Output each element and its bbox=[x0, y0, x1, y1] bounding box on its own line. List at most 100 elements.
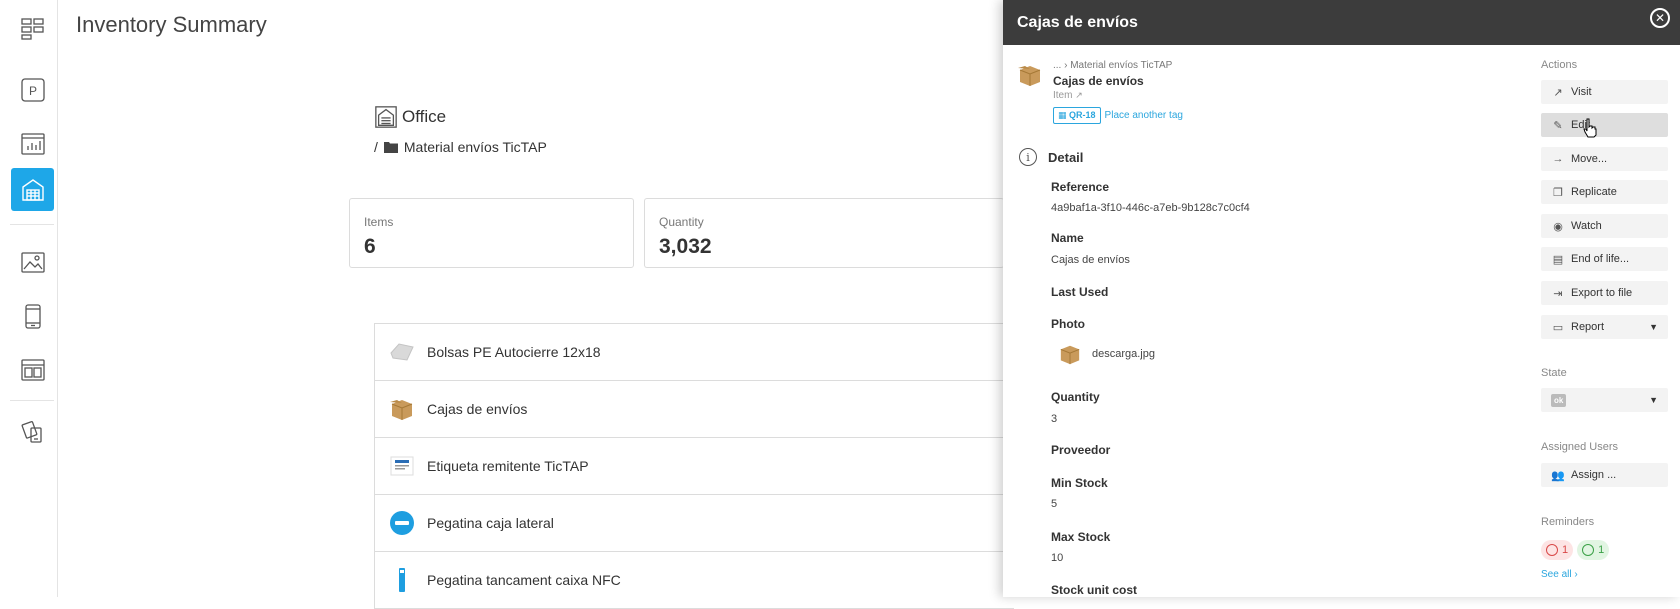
mobile-icon bbox=[24, 303, 41, 329]
sidebar-item-mobile[interactable] bbox=[11, 294, 54, 337]
max-stock-value: 10 bbox=[1051, 552, 1064, 564]
stat-card-quantity: Quantity 3,032 bbox=[644, 198, 1004, 268]
devices-icon bbox=[21, 420, 42, 443]
reference-label: Reference bbox=[1051, 180, 1110, 194]
export-label: Export to file bbox=[1571, 287, 1633, 299]
box-thumbnail bbox=[1060, 345, 1080, 365]
quantity-label: Quantity bbox=[1051, 390, 1100, 404]
see-all-label: See all bbox=[1541, 569, 1572, 580]
export-icon: ⇥ bbox=[1553, 287, 1563, 300]
sidebar-item-inventory[interactable] bbox=[11, 168, 54, 211]
move-label: Move... bbox=[1571, 153, 1608, 165]
detail-title: Detail bbox=[1048, 149, 1084, 165]
actions-title: Actions bbox=[1541, 59, 1578, 71]
qr-icon: ▦ bbox=[1058, 110, 1067, 120]
report-dropdown[interactable]: ▭ Report ▼ bbox=[1541, 315, 1668, 339]
image-icon bbox=[20, 251, 45, 273]
breadcrumb-folder[interactable]: Material envíos TicTAP bbox=[404, 139, 547, 155]
item-name: Etiqueta remitente TicTAP bbox=[427, 458, 589, 474]
overdue-reminders-badge[interactable]: 1 bbox=[1541, 540, 1574, 560]
caret-down-icon: ▼ bbox=[1649, 395, 1658, 405]
assigned-users-title: Assigned Users bbox=[1541, 441, 1619, 453]
external-link-icon[interactable]: ↗ bbox=[1075, 90, 1083, 100]
reminders-title: Reminders bbox=[1541, 516, 1595, 528]
item-name: Pegatina tancament caixa NFC bbox=[427, 572, 621, 588]
photo-filename: descarga.jpg bbox=[1092, 348, 1155, 360]
list-item[interactable]: Etiqueta remitente TicTAP bbox=[374, 438, 1014, 495]
location-name[interactable]: Office bbox=[402, 107, 446, 127]
users-icon: 👥 bbox=[1551, 469, 1565, 482]
sidebar-divider bbox=[10, 400, 54, 401]
reference-value: 4a9baf1a-3f10-446c-a7eb-9b128c7c0cf4 bbox=[1051, 202, 1250, 214]
label-thumbnail bbox=[389, 453, 415, 479]
stat-value: 3,032 bbox=[659, 235, 712, 258]
qr-tag-label: QR-18 bbox=[1069, 110, 1096, 120]
eye-icon: ◉ bbox=[1553, 220, 1563, 233]
items-list: Bolsas PE Autocierre 12x18 Cajas de enví… bbox=[374, 323, 1014, 609]
stat-label: Quantity bbox=[659, 215, 704, 229]
list-item[interactable]: Pegatina tancament caixa NFC bbox=[374, 552, 1014, 609]
stat-card-items: Items 6 bbox=[349, 198, 634, 268]
item-path[interactable]: ... › Material envíos TicTAP bbox=[1053, 60, 1183, 71]
clock-icon bbox=[1582, 544, 1595, 556]
export-button[interactable]: ⇥ Export to file bbox=[1541, 281, 1668, 305]
info-icon: i bbox=[1019, 148, 1037, 166]
sidebar-item-parking[interactable]: P bbox=[11, 68, 54, 111]
end-of-life-button[interactable]: ▤ End of life... bbox=[1541, 247, 1668, 271]
sidebar-item-reports[interactable] bbox=[11, 122, 54, 165]
hand-cursor-icon bbox=[1583, 118, 1597, 138]
list-item[interactable]: Pegatina caja lateral bbox=[374, 495, 1014, 552]
visit-button[interactable]: ↗ Visit bbox=[1541, 80, 1668, 104]
item-summary: ... › Material envíos TicTAP Cajas de en… bbox=[1017, 60, 1183, 124]
copy-icon: ❐ bbox=[1553, 186, 1563, 199]
state-badge: ok bbox=[1551, 393, 1567, 407]
photo-attachment[interactable]: descarga.jpg bbox=[1058, 343, 1155, 365]
close-icon[interactable]: ✕ bbox=[1650, 8, 1670, 28]
assign-button[interactable]: 👥 Assign ... bbox=[1541, 463, 1668, 487]
item-name: Pegatina caja lateral bbox=[427, 515, 554, 531]
item-type: Item ↗ bbox=[1053, 90, 1183, 101]
page-title: Inventory Summary bbox=[76, 12, 267, 37]
main-content: Inventory Summary Office / Material enví… bbox=[59, 0, 1014, 609]
item-name: Cajas de envíos bbox=[1053, 74, 1144, 88]
last-used-label: Last Used bbox=[1051, 285, 1109, 299]
document-icon: ▭ bbox=[1552, 321, 1564, 334]
layout-icon bbox=[20, 358, 45, 381]
overdue-count: 1 bbox=[1562, 544, 1569, 556]
move-button[interactable]: → Move... bbox=[1541, 147, 1668, 171]
parking-icon: P bbox=[20, 77, 45, 102]
min-stock-label: Min Stock bbox=[1051, 476, 1108, 490]
edit-button[interactable]: ✎ Edit bbox=[1541, 113, 1668, 137]
breadcrumb: / Material envíos TicTAP bbox=[374, 139, 547, 155]
upcoming-reminders-badge[interactable]: 1 bbox=[1577, 540, 1610, 560]
sticker-thumbnail bbox=[389, 510, 415, 536]
report-label: Report bbox=[1571, 321, 1605, 333]
assign-label: Assign ... bbox=[1571, 469, 1617, 481]
max-stock-label: Max Stock bbox=[1051, 530, 1111, 544]
state-select[interactable]: ok ▼ bbox=[1541, 388, 1668, 412]
sidebar-item-layout[interactable] bbox=[11, 348, 54, 391]
list-item[interactable]: Cajas de envíos bbox=[374, 381, 1014, 438]
replicate-button[interactable]: ❐ Replicate bbox=[1541, 180, 1668, 204]
see-all-link[interactable]: See all › bbox=[1541, 569, 1578, 580]
proveedor-label: Proveedor bbox=[1051, 443, 1111, 457]
upcoming-count: 1 bbox=[1598, 544, 1605, 556]
warehouse-icon bbox=[21, 178, 44, 201]
end-of-life-label: End of life... bbox=[1571, 253, 1630, 265]
clock-icon bbox=[1546, 544, 1558, 556]
sidebar-item-devices[interactable] bbox=[11, 410, 54, 453]
watch-button[interactable]: ◉ Watch bbox=[1541, 214, 1668, 238]
visit-label: Visit bbox=[1571, 86, 1592, 98]
place-tag-link[interactable]: Place another tag bbox=[1105, 110, 1183, 121]
sidebar-item-gallery[interactable] bbox=[11, 240, 54, 283]
state-title: State bbox=[1541, 367, 1567, 379]
panel-header: Cajas de envíos ✕ bbox=[1003, 0, 1680, 45]
tag-line: ▦ QR-18 Place another tag bbox=[1053, 107, 1183, 124]
qr-tag-badge[interactable]: ▦ QR-18 bbox=[1053, 107, 1101, 124]
external-link-icon: ↗ bbox=[1553, 86, 1563, 99]
list-item[interactable]: Bolsas PE Autocierre 12x18 bbox=[374, 324, 1014, 381]
watch-label: Watch bbox=[1571, 220, 1602, 232]
min-stock-value: 5 bbox=[1051, 498, 1058, 510]
location-header: Office bbox=[374, 105, 446, 129]
sidebar-item-dashboard[interactable] bbox=[11, 7, 54, 50]
